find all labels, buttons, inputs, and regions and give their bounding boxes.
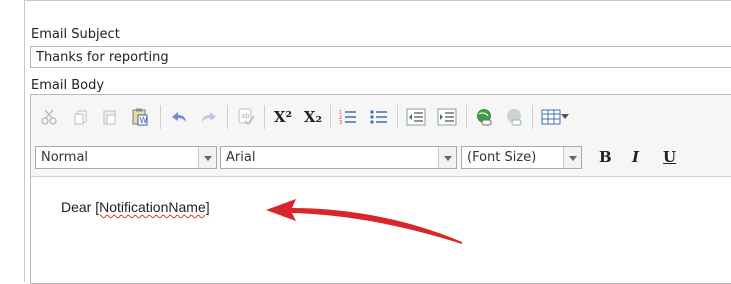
- red-annotation-arrow: [266, 199, 462, 244]
